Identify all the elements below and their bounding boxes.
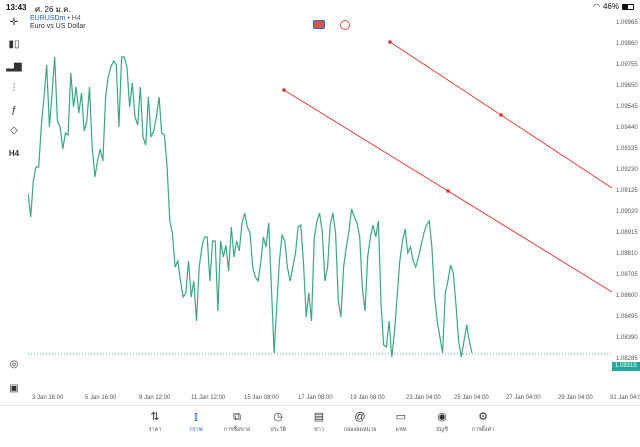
trend-line-anchor[interactable] bbox=[446, 189, 450, 193]
trend-line-anchor[interactable] bbox=[282, 88, 286, 92]
trend-line-anchor[interactable] bbox=[499, 113, 503, 117]
status-right: ◠ 46% bbox=[593, 2, 634, 11]
current-price-label: 1.08315 bbox=[612, 362, 640, 371]
price-tick-label: 1.09125 bbox=[616, 188, 638, 194]
news-icon: ▤ bbox=[313, 411, 325, 423]
chart-icon: ⫾ bbox=[194, 411, 198, 423]
time-tick-label: 19 Jan 08:00 bbox=[350, 395, 385, 401]
nav-label: การซื้อขาย bbox=[223, 427, 251, 433]
account-icon: ◉ bbox=[437, 411, 447, 423]
price-tick-label: 1.08390 bbox=[616, 335, 638, 341]
nav-history[interactable]: ◷ ประวัติ bbox=[258, 410, 298, 434]
time-tick-label: 15 Jan 08:00 bbox=[244, 395, 279, 401]
wifi-icon: ◠ bbox=[593, 2, 600, 11]
time-tick-label: 23 Jan 04:00 bbox=[406, 395, 441, 401]
nav-chat[interactable]: ▭ แชท bbox=[381, 410, 421, 434]
symbol-description: Euro vs US Dollar bbox=[30, 23, 86, 30]
bar-chart-icon[interactable]: ▂▆ bbox=[6, 60, 22, 74]
history-icon: ◷ bbox=[273, 411, 283, 423]
bottom-nav: ⇅ ราคา ⫾ กราฟ ⧉ การซื้อขาย ◷ ประวัติ ▤ ข่าว @ กล่อง… bbox=[0, 405, 640, 447]
time-tick-label: 17 Jan 08:00 bbox=[298, 395, 333, 401]
price-tick-label: 1.09440 bbox=[616, 125, 638, 131]
objects-icon[interactable]: ◇ bbox=[6, 124, 22, 138]
one-click-trading-icon[interactable]: ◎ bbox=[6, 358, 22, 372]
price-tick-label: 1.09230 bbox=[616, 167, 638, 173]
nav-label: บัญชี bbox=[436, 427, 448, 433]
left-toolbar: ✛ ▮▯ ▂▆ ⫶ ƒ ◇ H4 ◎ ▣ bbox=[0, 14, 28, 394]
function-icon[interactable]: ƒ bbox=[6, 104, 22, 118]
nav-account[interactable]: ◉ บัญชี bbox=[422, 410, 462, 434]
crosshair-icon[interactable]: ✛ bbox=[6, 16, 22, 30]
nav-quotes[interactable]: ⇅ ราคา bbox=[135, 410, 175, 434]
nav-label: กราฟ bbox=[189, 427, 203, 433]
nav-label: กล่องจดหมาย bbox=[343, 427, 377, 433]
nav-label: การตั้งค่า bbox=[471, 427, 495, 433]
chart-area[interactable] bbox=[28, 14, 612, 394]
quotes-icon: ⇅ bbox=[150, 411, 160, 423]
price-tick-label: 1.09545 bbox=[616, 104, 638, 110]
price-axis: 1.09965 1.09860 1.09755 1.09650 1.09545 1.094… bbox=[612, 14, 640, 394]
battery-percent: 46% bbox=[602, 2, 619, 11]
price-series-line bbox=[28, 56, 473, 358]
chat-icon: ▭ bbox=[395, 411, 407, 423]
mailbox-icon: @ bbox=[354, 411, 366, 423]
trade-icon: ⧉ bbox=[233, 411, 241, 423]
refresh-icon[interactable] bbox=[340, 20, 350, 30]
symbol-ticker: EURUSDm bbox=[30, 15, 66, 22]
nav-label: ราคา bbox=[148, 427, 162, 433]
symbol-timeframe: H4 bbox=[71, 15, 81, 22]
price-tick-label: 1.08705 bbox=[616, 272, 638, 278]
price-tick-label: 1.09860 bbox=[616, 41, 638, 47]
price-chart[interactable] bbox=[28, 14, 612, 394]
nav-settings[interactable]: ⚙ การตั้งค่า bbox=[463, 410, 503, 434]
timeframe-icon[interactable]: H4 bbox=[6, 147, 22, 161]
price-tick-label: 1.08600 bbox=[616, 293, 638, 299]
time-tick-label: 29 Jan 04:00 bbox=[558, 395, 593, 401]
nav-mailbox[interactable]: @ กล่องจดหมาย bbox=[340, 410, 380, 434]
nav-news[interactable]: ▤ ข่าว bbox=[299, 410, 339, 434]
nav-trade[interactable]: ⧉ การซื้อขาย bbox=[217, 410, 257, 434]
price-tick-label: 1.09020 bbox=[616, 209, 638, 215]
time-tick-label: 5 Jan 16:00 bbox=[85, 395, 117, 401]
battery-icon bbox=[622, 3, 634, 10]
price-tick-label: 1.09965 bbox=[616, 20, 638, 26]
trend-line-anchor[interactable] bbox=[388, 40, 392, 44]
symbol-name: EURUSDm • H4 bbox=[30, 15, 81, 22]
price-tick-label: 1.09335 bbox=[616, 146, 638, 152]
app-logo-icon[interactable]: ▣ bbox=[6, 382, 22, 396]
status-bar: 13:43 ศ. 26 ม.ค. ◠ 46% bbox=[0, 0, 640, 14]
price-tick-label: 1.09650 bbox=[616, 83, 638, 89]
candlestick-icon[interactable]: ▮▯ bbox=[6, 38, 22, 52]
time-tick-label: 3 Jan 16:00 bbox=[32, 395, 64, 401]
symbol-separator: • bbox=[67, 15, 70, 22]
settings-icon: ⚙ bbox=[478, 411, 488, 423]
time-tick-label: 25 Jan 04:00 bbox=[454, 395, 489, 401]
price-tick-label: 1.08915 bbox=[616, 230, 638, 236]
nav-label: ประวัติ bbox=[269, 427, 287, 433]
time-tick-label: 11 Jan 12:00 bbox=[191, 395, 226, 401]
status-time: 13:43 bbox=[6, 3, 27, 12]
time-tick-label: 31 Jan 04:00 bbox=[610, 395, 640, 401]
price-tick-label: 1.08495 bbox=[616, 314, 638, 320]
time-tick-label: 9 Jan 12:00 bbox=[139, 395, 171, 401]
price-tick-label: 1.08810 bbox=[616, 251, 638, 257]
indicators-icon[interactable]: ⫶ bbox=[6, 82, 22, 96]
nav-label: แชท bbox=[395, 427, 407, 433]
nav-chart[interactable]: ⫾ กราฟ bbox=[176, 410, 216, 434]
time-tick-label: 27 Jan 04:00 bbox=[506, 395, 541, 401]
nav-label: ข่าว bbox=[314, 427, 324, 433]
trade-panel-icon[interactable] bbox=[313, 20, 325, 29]
price-tick-label: 1.09755 bbox=[616, 62, 638, 68]
